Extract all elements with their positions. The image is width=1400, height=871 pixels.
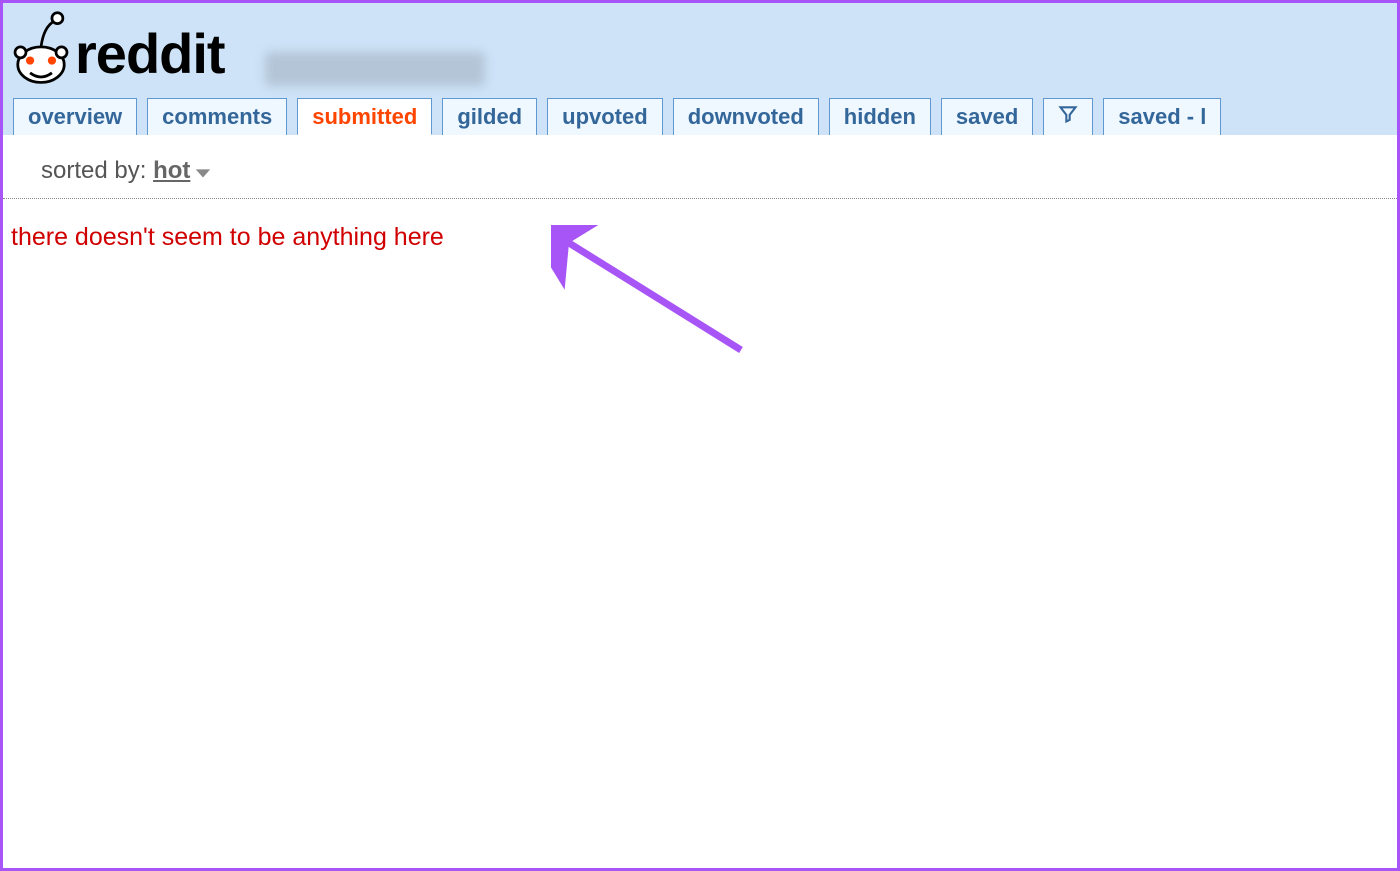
reddit-logo-link[interactable]: reddit	[13, 10, 225, 97]
tab-upvoted[interactable]: upvoted	[547, 98, 663, 135]
sort-dropdown[interactable]: hot	[153, 157, 190, 184]
sort-bar: sorted by: hot	[3, 135, 1397, 199]
page-header: reddit overview comments submitted gilde…	[3, 3, 1397, 135]
tab-hidden[interactable]: hidden	[829, 98, 931, 135]
tab-label: gilded	[457, 104, 522, 130]
tab-saved[interactable]: saved	[941, 98, 1033, 135]
logo-row: reddit	[3, 3, 1397, 98]
tab-label: submitted	[312, 104, 417, 130]
tab-downvoted[interactable]: downvoted	[673, 98, 819, 135]
reddit-alien-icon	[13, 10, 69, 97]
tab-label: downvoted	[688, 104, 804, 130]
tab-label: upvoted	[562, 104, 648, 130]
tab-saved-links[interactable]: saved - l	[1103, 98, 1221, 135]
tab-label: saved - l	[1118, 104, 1206, 130]
tab-label: comments	[162, 104, 272, 130]
empty-state-message: there doesn't seem to be anything here	[3, 199, 1397, 252]
username-redacted	[265, 52, 485, 86]
tab-filter[interactable]	[1043, 98, 1093, 135]
tab-label: saved	[956, 104, 1018, 130]
tab-label: hidden	[844, 104, 916, 130]
profile-tabs: overview comments submitted gilded upvot…	[3, 98, 1397, 135]
tab-comments[interactable]: comments	[147, 98, 287, 135]
reddit-logo-text: reddit	[75, 21, 225, 86]
tab-submitted[interactable]: submitted	[297, 98, 432, 135]
filter-icon	[1058, 103, 1078, 131]
sort-current-value: hot	[153, 157, 190, 184]
sort-prefix: sorted by:	[41, 157, 153, 184]
caret-down-icon	[194, 158, 212, 186]
tab-label: overview	[28, 104, 122, 130]
content-area: sorted by: hot there doesn't seem to be …	[3, 135, 1397, 252]
tab-overview[interactable]: overview	[13, 98, 137, 135]
tab-gilded[interactable]: gilded	[442, 98, 537, 135]
